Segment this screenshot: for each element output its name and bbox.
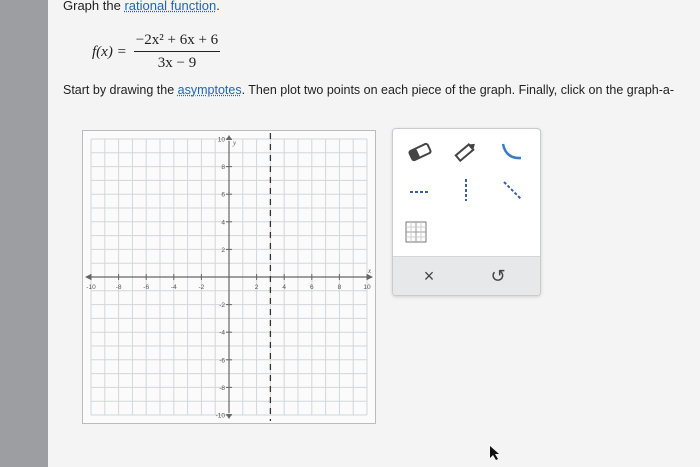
x-tick-label: 8 xyxy=(338,284,342,291)
y-tick-label: -8 xyxy=(219,385,225,392)
x-tick-label: -6 xyxy=(143,284,149,291)
vertical-dashed-line-icon[interactable] xyxy=(451,177,481,203)
clear-button[interactable]: × xyxy=(414,263,444,289)
fraction: −2x² + 6x + 6 3x − 9 xyxy=(134,30,220,73)
x-tick-label: -4 xyxy=(171,284,177,291)
horizontal-dashed-line-icon[interactable] xyxy=(405,177,435,203)
y-tick-label: 6 xyxy=(221,192,225,199)
graph-svg[interactable]: -10 -8 -6 -4 -2 2 4 6 8 10 10 8 6 4 2 -2 -4 -6 -8 -10 x y xyxy=(83,131,375,423)
slant-dashed-line-icon[interactable] xyxy=(497,177,527,203)
pencil-icon[interactable] xyxy=(451,139,481,165)
title-period: . xyxy=(216,0,220,13)
tool-actions: × ↺ xyxy=(393,256,540,295)
fraction-grid-icon[interactable] xyxy=(403,219,429,245)
curve-icon[interactable] xyxy=(497,139,527,165)
window-edge xyxy=(0,0,48,467)
asymptotes-link[interactable]: asymptotes xyxy=(178,83,242,97)
function-lhs: f(x) = xyxy=(92,44,127,60)
y-tick-label: 8 xyxy=(221,164,225,171)
x-tick-label: 4 xyxy=(282,284,286,291)
undo-button[interactable]: ↺ xyxy=(483,263,513,289)
fraction-bar xyxy=(134,51,220,52)
y-tick-label: 10 xyxy=(218,137,226,144)
eraser-icon[interactable] xyxy=(405,139,435,165)
y-tick-label: -4 xyxy=(219,330,225,337)
rational-function-link[interactable]: rational function xyxy=(124,0,216,13)
numerator: −2x² + 6x + 6 xyxy=(135,32,219,48)
y-tick-label: -10 xyxy=(216,413,226,420)
tool-palette: × ↺ xyxy=(392,128,541,296)
denominator: 3x − 9 xyxy=(157,55,197,71)
mouse-cursor-icon xyxy=(489,445,501,466)
title-text: Graph the xyxy=(63,0,125,13)
problem-title: Graph the rational function. xyxy=(63,0,220,13)
instructions-text-end: . Then plot two points on each piece of … xyxy=(241,83,675,97)
y-tick-label: -6 xyxy=(219,357,225,364)
x-tick-label: 6 xyxy=(310,284,314,291)
y-tick-label: 4 xyxy=(221,219,225,226)
x-tick-label: -10 xyxy=(86,284,96,291)
x-tick-label: 2 xyxy=(255,284,259,291)
x-tick-label: -2 xyxy=(199,284,205,291)
x-axis-arrow-left-icon xyxy=(85,274,91,280)
x-axis-label: x xyxy=(367,267,372,275)
y-tick-label: 2 xyxy=(221,247,225,254)
graph-canvas[interactable]: -10 -8 -6 -4 -2 2 4 6 8 10 10 8 6 4 2 -2 -4 -6 -8 -10 x y xyxy=(82,130,376,424)
instructions-text-start: Start by drawing the xyxy=(63,83,178,97)
x-tick-label: 10 xyxy=(363,284,371,291)
y-tick-label: -2 xyxy=(219,302,225,309)
instructions: Start by drawing the asymptotes. Then pl… xyxy=(63,83,674,97)
x-tick-label: -8 xyxy=(116,284,122,291)
y-axis-label: y xyxy=(232,139,237,147)
